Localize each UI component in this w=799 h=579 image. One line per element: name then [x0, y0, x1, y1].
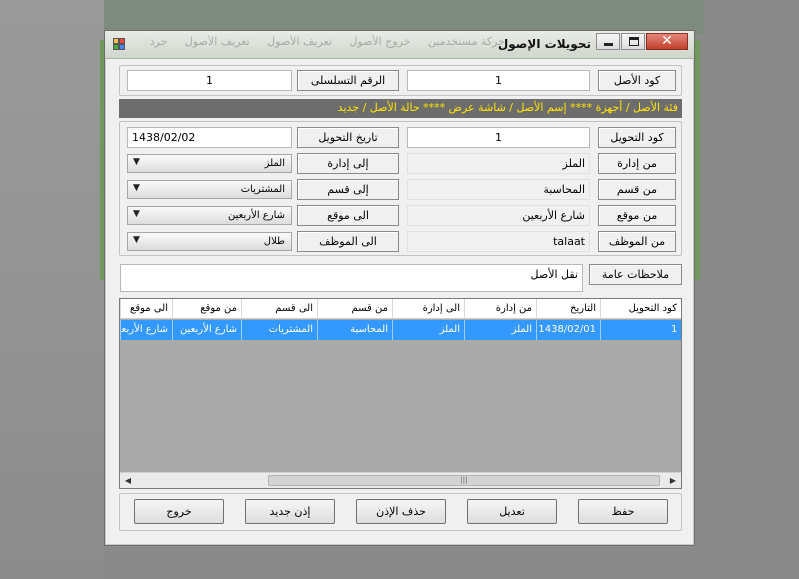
app-icon[interactable]: [113, 38, 127, 52]
to-employee-select[interactable]: ▼ طلال: [127, 232, 292, 251]
to-employee-value: طلال: [263, 236, 285, 247]
from-department-field: الملز: [407, 153, 590, 174]
from-location-field: شارع الأربعين: [407, 205, 590, 226]
grid-header-cell[interactable]: الى موقع: [120, 299, 172, 319]
grid-cell[interactable]: الملز: [464, 320, 536, 340]
grid-cell[interactable]: شارع الأربعين: [172, 320, 241, 340]
grid-cell[interactable]: 1438/02/01: [536, 320, 600, 340]
to-section-label: إلى قسم: [297, 179, 399, 200]
grid-header-cell[interactable]: كود التحويل: [600, 299, 681, 319]
grid-header-cell[interactable]: التاريخ: [536, 299, 600, 319]
grid-header-cell[interactable]: الى قسم: [241, 299, 317, 319]
to-location-label: الى موقع: [297, 205, 399, 226]
table-row[interactable]: 1 1438/02/01 الملز الملز المحاسبة المشتر…: [120, 320, 681, 340]
scroll-thumb[interactable]: |||: [268, 475, 660, 486]
grid-header-cell[interactable]: من موقع: [172, 299, 241, 319]
notes-group: ملاحظات عامة نقل الأصل: [119, 262, 682, 293]
grid-header-cell[interactable]: من إدارة: [464, 299, 536, 319]
chevron-down-icon: ▼: [133, 235, 140, 245]
transfer-date-input[interactable]: 1438/02/02: [127, 127, 292, 148]
to-department-value: الملز: [264, 158, 285, 169]
scroll-right-icon[interactable]: ▶: [665, 473, 681, 488]
serial-number-input[interactable]: 1: [127, 70, 292, 91]
to-location-value: شارع الأربعين: [228, 210, 285, 221]
caption-buttons: ✕: [595, 33, 688, 51]
window-title: تحويلات الإصول: [497, 37, 591, 51]
maximize-icon: [629, 37, 639, 46]
asset-transfer-window: حركة مستخدمين خروج الأصول تعريف الأصول ت…: [104, 30, 695, 546]
horizontal-scrollbar[interactable]: ◀ ||| ▶: [120, 472, 681, 488]
asset-info-banner: فئة الأصل / أجهزة **** إسم الأصل / شاشة …: [119, 99, 682, 118]
chevron-down-icon: ▼: [133, 183, 140, 193]
to-section-select[interactable]: ▼ المشتريات: [127, 180, 292, 199]
actions-group: حفظ تعديل حذف الإذن إذن جديد خروج: [119, 493, 682, 531]
scroll-left-icon[interactable]: ◀: [120, 473, 136, 488]
from-department-label: من إدارة: [598, 153, 676, 174]
close-icon: ✕: [661, 33, 673, 49]
close-button[interactable]: ✕: [646, 33, 688, 50]
grid-cell[interactable]: 1: [600, 320, 681, 340]
background-menu-item: جرد الأصول: [145, 35, 168, 48]
new-permit-button[interactable]: إذن جديد: [245, 499, 335, 524]
grid-header-row: كود التحويل التاريخ من إدارة الى إدارة م…: [120, 299, 681, 319]
notes-label: ملاحظات عامة: [589, 264, 682, 285]
asset-code-label: كود الأصل: [598, 70, 676, 91]
delete-permit-button[interactable]: حذف الإذن: [356, 499, 446, 524]
notes-input[interactable]: نقل الأصل: [120, 264, 583, 292]
background-menu-item: حركة مستخدمين: [428, 35, 505, 48]
edit-button[interactable]: تعديل: [467, 499, 557, 524]
asset-code-input[interactable]: 1: [407, 70, 590, 91]
background-menu-item: تعريف الأصول: [184, 35, 250, 48]
from-employee-field: talaat: [407, 231, 590, 252]
transfers-grid[interactable]: كود التحويل التاريخ من إدارة الى إدارة م…: [119, 298, 682, 489]
from-section-label: من قسم: [598, 179, 676, 200]
transfer-code-input[interactable]: 1: [407, 127, 590, 148]
to-section-value: المشتريات: [240, 184, 285, 195]
minimize-icon: [604, 43, 613, 46]
from-section-field: المحاسبة: [407, 179, 590, 200]
grid-cell[interactable]: المشتريات: [241, 320, 317, 340]
save-button[interactable]: حفظ: [578, 499, 668, 524]
grid-cell[interactable]: الملز: [392, 320, 464, 340]
to-department-label: إلى إدارة: [297, 153, 399, 174]
chevron-down-icon: ▼: [133, 209, 140, 219]
grid-header-cell[interactable]: الى إدارة: [392, 299, 464, 319]
minimize-button[interactable]: [596, 33, 620, 50]
grid-cell[interactable]: المحاسبة: [317, 320, 392, 340]
transfer-code-label: كود التحويل: [598, 127, 676, 148]
to-location-select[interactable]: ▼ شارع الأربعين: [127, 206, 292, 225]
serial-number-label: الرقم التسلسلى: [297, 70, 399, 91]
transfer-details-group: كود التحويل 1 تاريخ التحويل 1438/02/02 م…: [119, 121, 682, 256]
from-employee-label: من الموظف: [598, 231, 676, 252]
grid-header-cell[interactable]: من قسم: [317, 299, 392, 319]
asset-group: كود الأصل 1 الرقم التسلسلى 1: [119, 65, 682, 96]
to-employee-label: الى الموظف: [297, 231, 399, 252]
desktop-background: [0, 0, 104, 579]
transfer-date-label: تاريخ التحويل: [297, 127, 399, 148]
background-menu-item: تعريف الأصول: [267, 35, 332, 48]
chevron-down-icon: ▼: [133, 157, 140, 167]
background-window-strip: [104, 0, 704, 34]
from-location-label: من موقع: [598, 205, 676, 226]
grid-cell[interactable]: شارع الأربعين: [120, 320, 172, 340]
background-menu: حركة مستخدمين خروج الأصول تعريف الأصول ت…: [145, 35, 505, 51]
to-department-select[interactable]: ▼ الملز: [127, 154, 292, 173]
exit-button[interactable]: خروج: [134, 499, 224, 524]
background-menu-item: خروج الأصول: [349, 35, 411, 48]
maximize-button[interactable]: [621, 33, 645, 50]
title-bar[interactable]: حركة مستخدمين خروج الأصول تعريف الأصول ت…: [105, 31, 694, 59]
